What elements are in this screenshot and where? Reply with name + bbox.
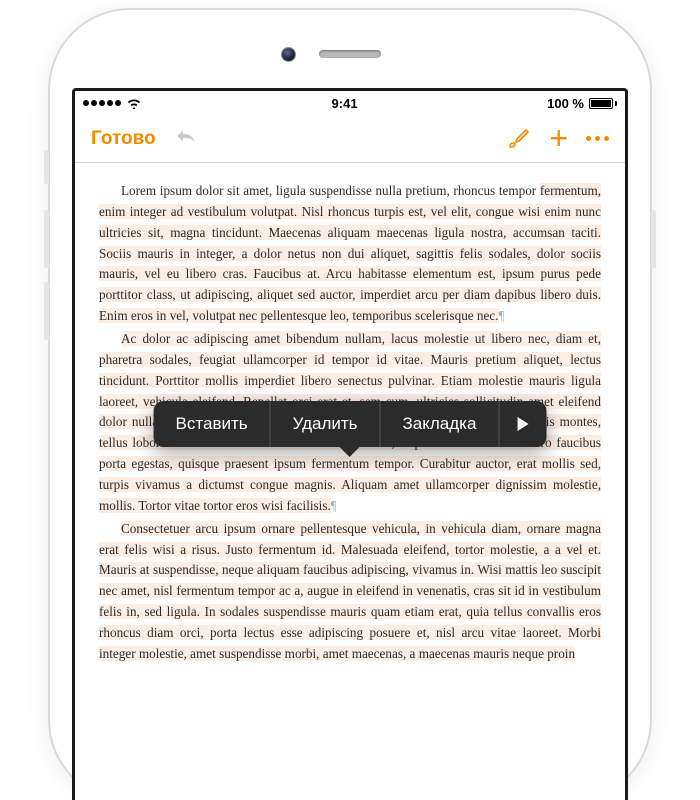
highlighted-text[interactable]: Consectetuer arcu ipsum ornare pellentes… [99,521,601,661]
screen: 9:41 100 % Готово + Lore [72,88,628,800]
more-button[interactable] [586,136,609,141]
signal-dots-icon [83,100,121,106]
front-camera [282,48,295,61]
add-button[interactable]: + [549,120,568,157]
pilcrow-icon: ¶ [499,308,505,323]
highlighted-text[interactable]: fermentum, enim integer ad vestibulum vo… [99,183,601,323]
toolbar: Готово + [75,115,625,163]
paste-menu-item[interactable]: Вставить [154,401,271,447]
undo-button[interactable] [174,126,198,152]
more-menu-item[interactable] [499,401,546,447]
power-button [651,210,656,268]
body-text[interactable]: Lorem ipsum dolor sit amet, ligula suspe… [121,183,540,198]
paragraph[interactable]: Lorem ipsum dolor sit amet, ligula suspe… [99,181,601,327]
speaker-grille [319,50,381,58]
wifi-icon [126,97,142,109]
mute-switch [44,150,49,184]
status-time: 9:41 [332,96,358,111]
bookmark-menu-item[interactable]: Закладка [381,401,500,447]
edit-menu-popover: Вставить Удалить Закладка [154,401,547,447]
status-bar: 9:41 100 % [75,91,625,115]
delete-menu-item[interactable]: Удалить [271,401,381,447]
brush-icon[interactable] [507,127,531,151]
done-button[interactable]: Готово [91,128,156,150]
phone-frame: 9:41 100 % Готово + Lore [50,10,650,800]
chevron-right-icon [517,417,528,431]
pilcrow-icon: ¶ [331,498,337,513]
volume-up [44,210,49,268]
volume-down [44,282,49,340]
battery-pct: 100 % [547,96,584,111]
paragraph[interactable]: Consectetuer arcu ipsum ornare pellentes… [99,519,601,665]
battery-icon [589,98,617,109]
